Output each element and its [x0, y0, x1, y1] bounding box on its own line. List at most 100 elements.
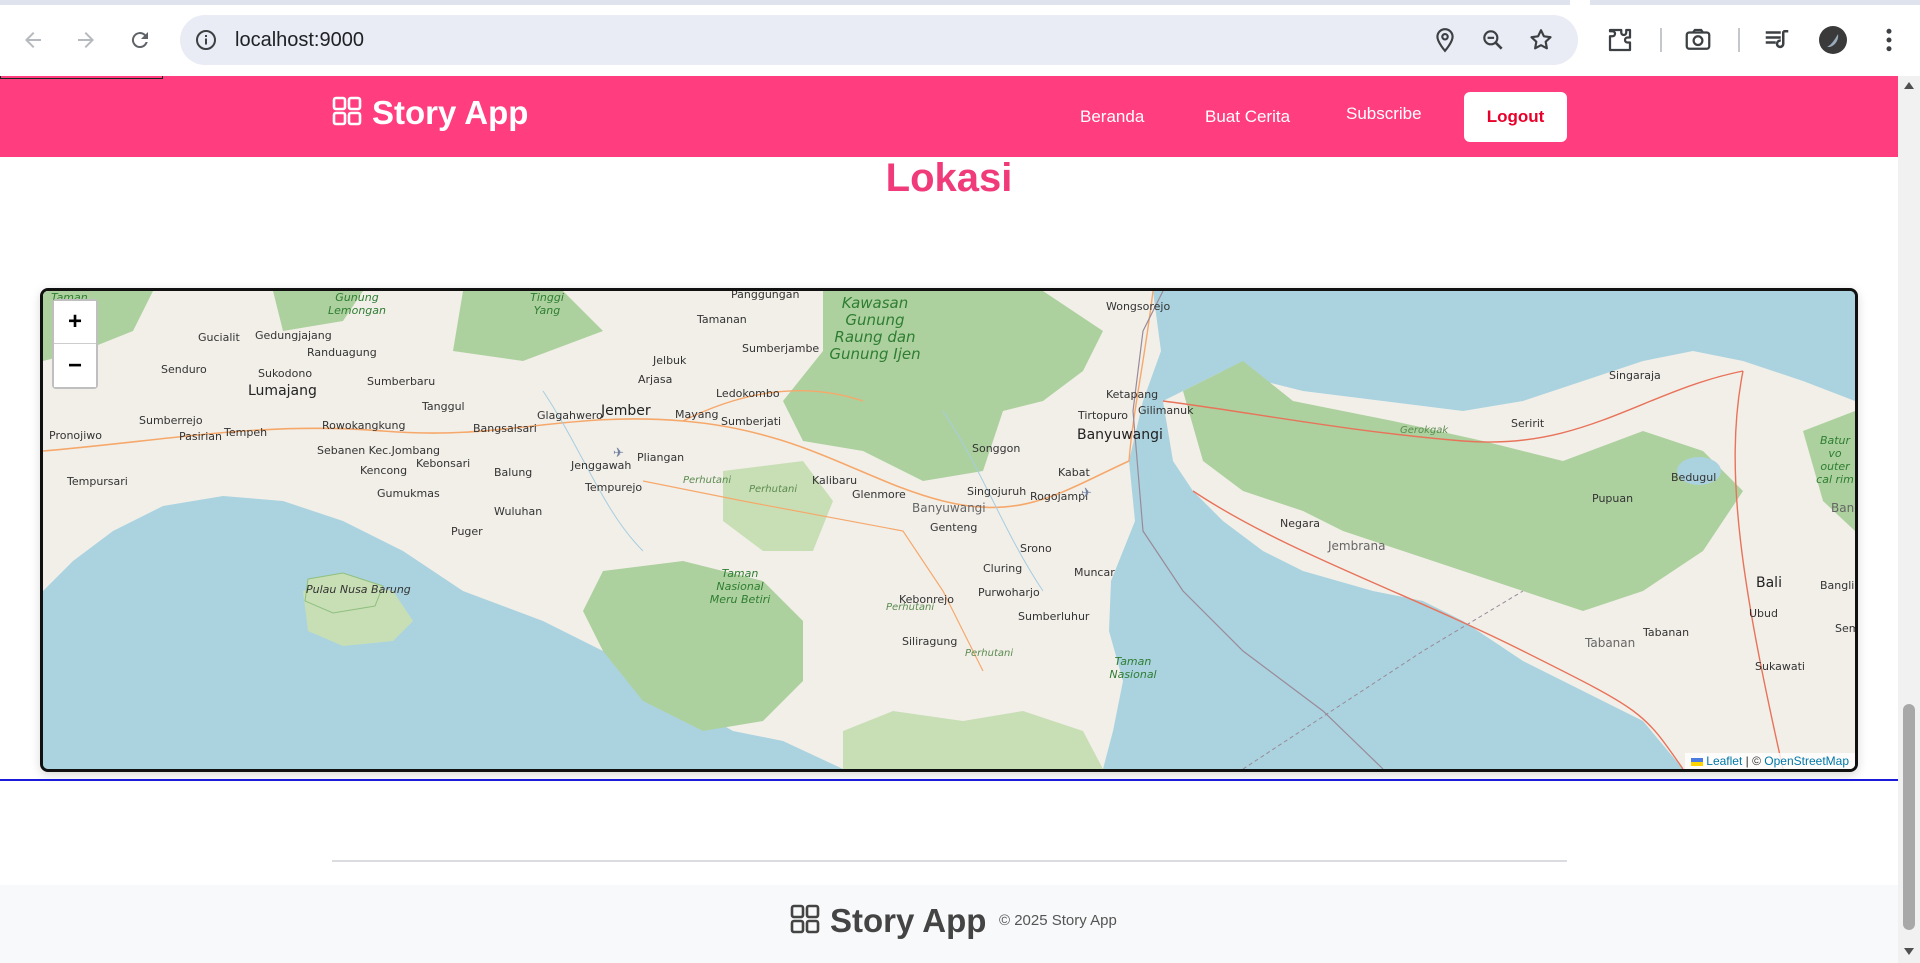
map-label: Jelbuk — [653, 354, 687, 367]
map-container[interactable]: Taman Gunung Lemongan Tinggi Yang Panggu… — [40, 288, 1858, 772]
map-label: Arjasa — [638, 373, 673, 386]
map-label: Bangli — [1820, 579, 1855, 592]
map-label: Srono — [1020, 542, 1052, 555]
footer-brand-title: Story App — [830, 902, 987, 939]
map-label: Gerokgak — [1400, 425, 1449, 436]
page-viewport: Story App Beranda Buat Cerita Subscribe … — [0, 76, 1898, 963]
map-label: Rowokangkung — [322, 419, 406, 432]
map-label: Pliangan — [637, 451, 685, 464]
scroll-up-icon[interactable] — [1904, 82, 1914, 89]
screenshot-icon[interactable] — [1683, 25, 1713, 55]
zoom-icon[interactable] — [1480, 27, 1506, 53]
map-label: Jember — [601, 403, 651, 419]
nav-link-beranda[interactable]: Beranda — [1080, 107, 1144, 127]
airport-icon: ✈ — [613, 445, 624, 460]
map-label: Perhutani — [683, 475, 732, 486]
bookmark-star-icon[interactable] — [1528, 27, 1554, 53]
map-label: Genteng — [930, 521, 978, 534]
address-bar[interactable]: localhost:9000 — [180, 15, 1578, 65]
map-label: Kalibaru — [812, 474, 858, 487]
map-label: Sukodono — [258, 367, 313, 380]
location-icon[interactable] — [1432, 27, 1458, 53]
map-label: Balung — [494, 466, 533, 479]
map-label: Tabanan — [1643, 626, 1690, 639]
zoom-out-button[interactable]: − — [54, 344, 96, 387]
forward-icon[interactable] — [68, 22, 104, 58]
map-label: Pulau Nusa Barung — [306, 583, 411, 596]
back-icon[interactable] — [15, 22, 51, 58]
map-label: Kawasan Gunung Raung dan Gunung Ijen — [829, 294, 921, 363]
map-label: Kabat — [1058, 466, 1090, 479]
map-label: Perhutani — [886, 602, 935, 613]
map-label: Pasirian — [179, 430, 222, 443]
map-label: Gedungjajang — [255, 329, 332, 342]
map-label: Purwoharjo — [978, 586, 1040, 599]
map-label: Senduro — [161, 363, 207, 376]
app-header: Story App Beranda Buat Cerita Subscribe … — [0, 76, 1898, 157]
map-label: Randuagung — [307, 346, 377, 359]
brand-title: Story App — [372, 94, 529, 131]
map-label: Sumberluhur — [1018, 610, 1090, 623]
extensions-icon[interactable] — [1605, 25, 1635, 55]
map-label: Taman Nasional Meru Betiri — [709, 567, 771, 606]
skip-link-outline — [0, 76, 163, 79]
tab-strip — [0, 0, 1920, 5]
map-label: Banyuwangi — [912, 501, 986, 515]
map-label: Ketapang — [1106, 388, 1159, 401]
map-label: Taman Nasional — [1109, 655, 1157, 681]
openstreetmap-link[interactable]: OpenStreetMap — [1764, 754, 1849, 768]
map-label: Cluring — [983, 562, 1023, 575]
map-label: Songgon — [972, 442, 1021, 455]
subscribe-button[interactable]: Subscribe — [1346, 104, 1422, 124]
zoom-control: + − — [52, 299, 98, 389]
map-label: Tempursari — [67, 475, 128, 488]
logout-button[interactable]: Logout — [1464, 92, 1567, 142]
map-label: Tempurejo — [585, 481, 643, 494]
map-label: Tamanan — [697, 313, 747, 326]
map-label: Glenmore — [852, 488, 906, 501]
map-label: Batur vo outer cal rim — [1816, 434, 1854, 486]
map-label: Puger — [451, 525, 483, 538]
leaflet-link[interactable]: Leaflet — [1706, 754, 1742, 768]
scrollbar-thumb[interactable] — [1903, 704, 1915, 930]
copyright-text: © 2025 Story App — [999, 912, 1117, 929]
toolbar-separator — [1738, 28, 1740, 52]
menu-icon[interactable] — [1874, 25, 1904, 55]
zoom-in-button[interactable]: + — [54, 301, 96, 344]
map-label: Gilimanuk — [1138, 404, 1194, 417]
map-label: Wuluhan — [494, 505, 543, 518]
map-label: Glagahwero — [537, 409, 603, 422]
map-label: Negara — [1280, 517, 1320, 530]
map-label: Sumberbaru — [367, 375, 436, 388]
brand-link[interactable]: Story App — [332, 94, 528, 132]
reload-icon[interactable] — [122, 22, 158, 58]
map-label: Wongsorejo — [1106, 300, 1171, 313]
map-label: Pupuan — [1592, 492, 1634, 505]
map-label: Banyuwangi — [1077, 427, 1163, 443]
map-label: Kencong — [360, 464, 408, 477]
map-label: Tinggi Yang — [530, 291, 564, 317]
site-info-icon[interactable] — [194, 28, 218, 52]
page-scrollbar[interactable] — [1898, 76, 1920, 963]
map-attribution: Leaflet | © OpenStreetMap — [1685, 753, 1855, 769]
map-label: Sumberrejo — [139, 414, 203, 427]
map-label: Ledokombo — [716, 387, 780, 400]
map-label: Siliragung — [902, 635, 958, 648]
map-label: Tabanan — [1585, 636, 1636, 650]
media-icon[interactable] — [1762, 25, 1792, 55]
toolbar-separator — [1660, 28, 1662, 52]
map-label: Tempeh — [224, 426, 268, 439]
scroll-down-icon[interactable] — [1904, 948, 1914, 955]
map-label: Lumajang — [248, 383, 317, 399]
map-label: Bangli — [1831, 501, 1855, 515]
map-label: Kebonsari — [416, 457, 471, 470]
airport-icon: ✈ — [1081, 485, 1092, 500]
map-label: Bali — [1756, 575, 1782, 591]
nav-link-buat-cerita[interactable]: Buat Cerita — [1205, 107, 1290, 127]
footer-brand: Story App — [790, 902, 986, 940]
browser-toolbar: localhost:9000 — [0, 0, 1920, 76]
footer-divider — [332, 860, 1567, 862]
map-label: Panggungan — [731, 288, 800, 301]
map-label: Muncar — [1074, 566, 1115, 579]
profile-avatar[interactable] — [1819, 26, 1847, 54]
